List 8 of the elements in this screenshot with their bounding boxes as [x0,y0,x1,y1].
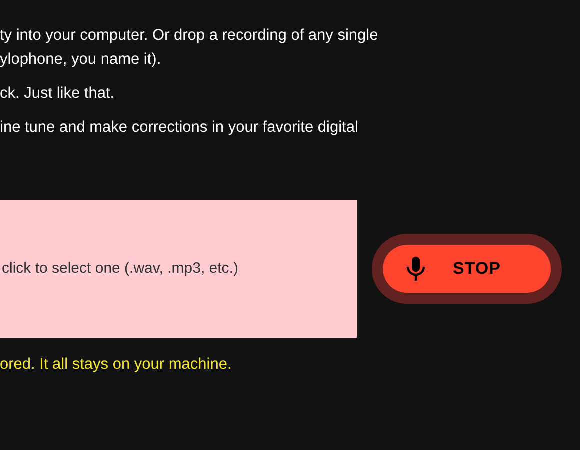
microphone-icon [405,256,427,282]
paragraph: ck. Just like that. [0,84,116,104]
intro-paragraph: ty into your computer. Or drop a recording of any single ylophone, you name it). [0,26,380,70]
drop-zone[interactable]: click to select one (.wav, .mp3, etc.) [0,200,357,338]
stop-button[interactable]: STOP [383,245,551,293]
drop-zone-text: click to select one (.wav, .mp3, etc.) [2,258,238,279]
privacy-note: ored. It all stays on your machine. [0,355,233,375]
paragraph: ine tune and make corrections in your favorite digital [0,118,360,138]
